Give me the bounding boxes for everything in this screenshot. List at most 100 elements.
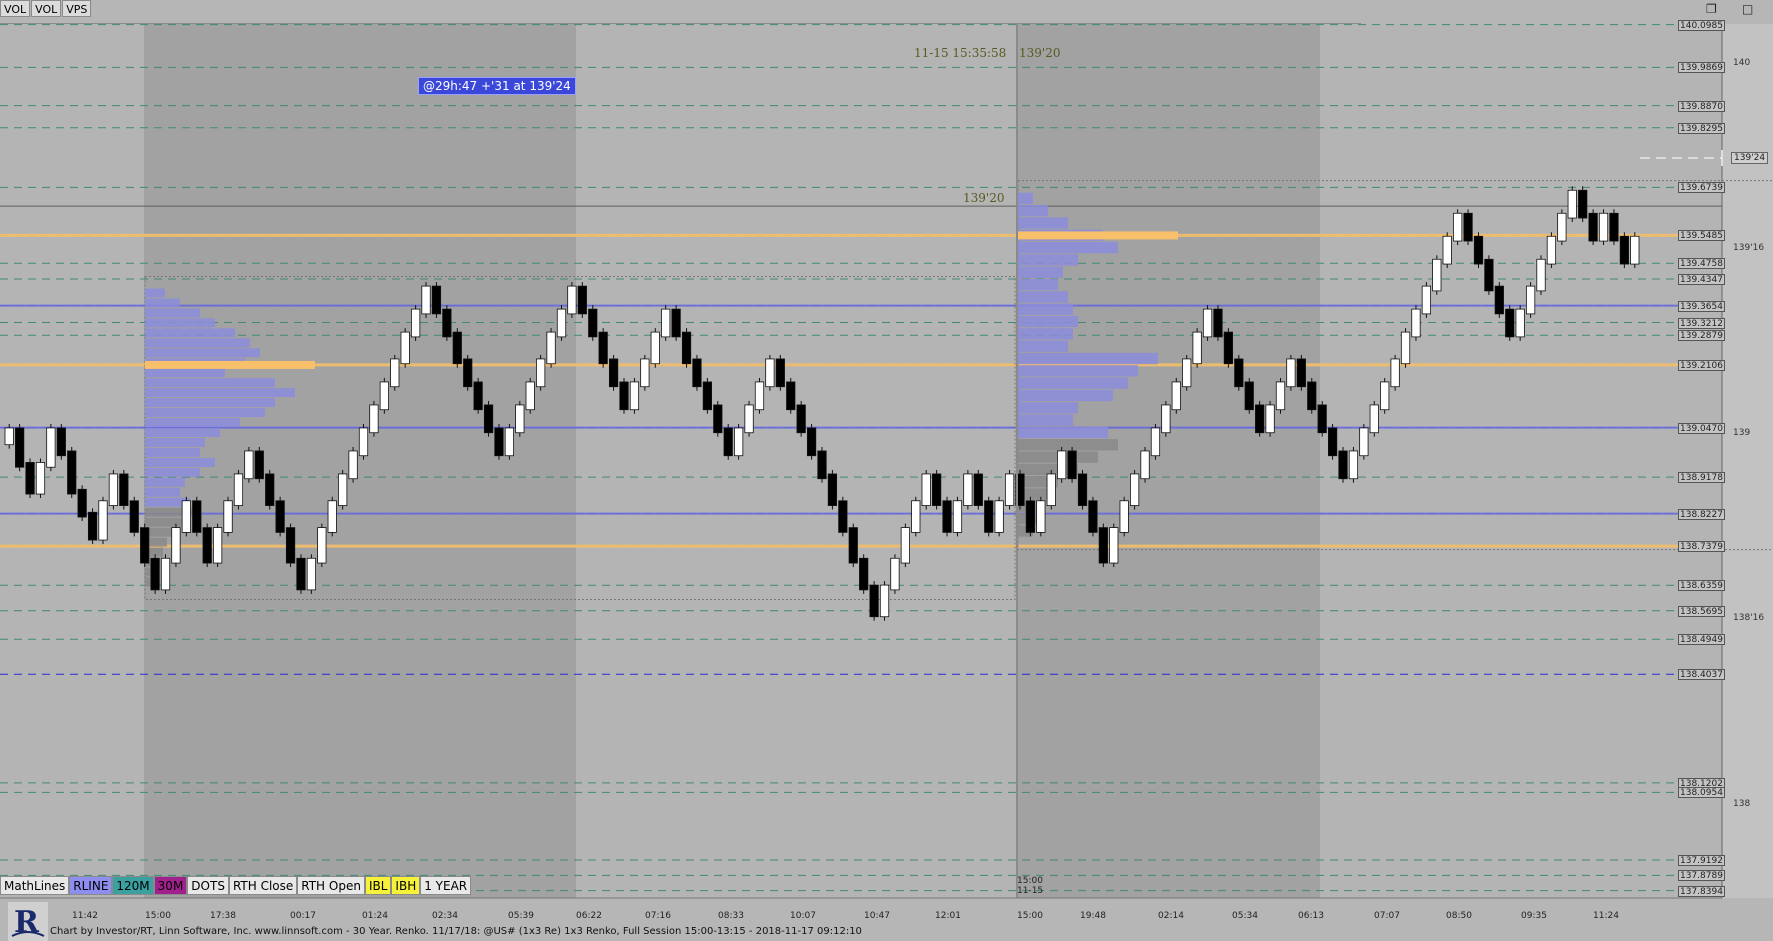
price-level-label: 139.4347 bbox=[1678, 274, 1725, 286]
renko-brick bbox=[754, 381, 765, 411]
renko-brick bbox=[765, 358, 775, 388]
renko-brick bbox=[1546, 235, 1557, 265]
price-level-label: 137.9192 bbox=[1678, 854, 1725, 866]
renko-brick bbox=[1473, 235, 1484, 265]
volume-profile-bar bbox=[145, 457, 215, 467]
bottom-rth-open-button[interactable]: RTH Open bbox=[297, 876, 365, 895]
renko-brick bbox=[473, 381, 483, 411]
renko-brick bbox=[786, 381, 796, 411]
poc-bar bbox=[1018, 231, 1178, 240]
renko-brick bbox=[431, 285, 442, 315]
price-level-label: 138.8227 bbox=[1678, 508, 1725, 520]
session-start-date: 11-15 bbox=[1017, 886, 1044, 896]
volume-profile-bar bbox=[1018, 315, 1078, 328]
renko-brick bbox=[796, 404, 806, 434]
price-marker-label: 139'20 bbox=[963, 191, 1005, 205]
renko-brick bbox=[1317, 404, 1327, 434]
volume-profile-bar bbox=[145, 288, 165, 298]
bottom-mathlines-button[interactable]: MathLines bbox=[0, 876, 70, 895]
volume-profile-bar bbox=[1018, 340, 1068, 352]
session-band-4 bbox=[1320, 24, 1722, 898]
renko-brick bbox=[775, 358, 785, 388]
renko-brick bbox=[1348, 450, 1359, 480]
volume-profile-bar bbox=[145, 388, 295, 398]
renko-brick bbox=[1421, 285, 1431, 315]
renko-brick bbox=[1296, 358, 1306, 388]
renko-brick bbox=[317, 527, 327, 564]
renko-brick bbox=[452, 331, 462, 365]
renko-brick bbox=[1119, 500, 1129, 533]
renko-brick bbox=[306, 557, 317, 591]
renko-brick bbox=[1004, 473, 1015, 506]
renko-brick bbox=[1525, 285, 1536, 315]
bottom-ibh-button[interactable]: IBH bbox=[391, 876, 421, 895]
renko-brick bbox=[994, 500, 1004, 533]
volume-profile-bar bbox=[1018, 303, 1073, 315]
volume-profile-bar bbox=[145, 447, 200, 457]
renko-brick bbox=[713, 404, 723, 434]
renko-brick bbox=[87, 511, 98, 541]
renko-chart[interactable] bbox=[0, 0, 1773, 941]
renko-brick bbox=[35, 462, 46, 495]
session-band-2 bbox=[576, 24, 1017, 898]
volume-profile-bar bbox=[145, 328, 235, 338]
renko-brick bbox=[848, 527, 858, 564]
renko-brick bbox=[254, 450, 264, 480]
renko-brick bbox=[46, 427, 56, 468]
renko-brick bbox=[1515, 308, 1525, 338]
renko-brick bbox=[1109, 527, 1119, 564]
chart-footer: Chart by Investor/RT, Linn Software, Inc… bbox=[50, 926, 862, 937]
x-tick-label: 00:17 bbox=[290, 911, 316, 921]
renko-brick bbox=[879, 584, 890, 618]
bottom-rth-close-button[interactable]: RTH Close bbox=[228, 876, 298, 895]
button-label: 120M bbox=[116, 879, 150, 893]
button-label: 30M bbox=[157, 879, 184, 893]
renko-brick bbox=[358, 427, 369, 457]
renko-brick bbox=[1213, 308, 1223, 338]
renko-brick bbox=[859, 557, 869, 591]
button-label: RLINE bbox=[73, 879, 109, 893]
bottom-dots-button[interactable]: DOTS bbox=[187, 876, 229, 895]
renko-brick bbox=[1598, 212, 1609, 242]
renko-brick bbox=[1150, 427, 1161, 457]
volume-profile-bar bbox=[1018, 414, 1073, 426]
volume-profile-bar bbox=[1018, 439, 1118, 451]
x-tick-label: 19:48 bbox=[1080, 911, 1106, 921]
renko-brick bbox=[1182, 358, 1192, 388]
bottom-1-year-button[interactable]: 1 YEAR bbox=[420, 876, 472, 895]
price-level-label: 139.8870 bbox=[1678, 100, 1725, 112]
price-level-label: 139.2106 bbox=[1678, 359, 1725, 371]
renko-brick bbox=[1619, 235, 1629, 265]
renko-brick bbox=[1390, 358, 1400, 388]
bottom-120m-button[interactable]: 120M bbox=[112, 876, 154, 895]
renko-brick bbox=[1630, 235, 1640, 265]
renko-brick bbox=[1453, 212, 1463, 242]
renko-brick bbox=[1046, 473, 1056, 506]
y-tick-label: 138 bbox=[1733, 799, 1751, 809]
renko-brick bbox=[1244, 381, 1254, 411]
volume-profile-bar bbox=[1018, 278, 1058, 291]
volume-profile-bar bbox=[145, 438, 205, 447]
renko-brick bbox=[1067, 450, 1077, 480]
renko-brick bbox=[233, 473, 244, 506]
renko-brick bbox=[463, 358, 473, 388]
volume-profile-bar bbox=[145, 467, 200, 477]
y-tick-label: 140 bbox=[1733, 58, 1751, 68]
volume-profile-bar bbox=[145, 298, 180, 308]
renko-brick bbox=[744, 404, 754, 434]
bottom-ibl-button[interactable]: IBL bbox=[364, 876, 392, 895]
renko-brick bbox=[900, 527, 910, 564]
renko-brick bbox=[1286, 358, 1296, 388]
volume-profile-bar bbox=[1018, 389, 1113, 402]
renko-brick bbox=[1202, 308, 1213, 338]
y-tick-label: 139 bbox=[1733, 428, 1751, 438]
renko-brick bbox=[1025, 500, 1036, 533]
x-tick-label: 06:22 bbox=[576, 911, 602, 921]
volume-profile-bar bbox=[145, 418, 240, 428]
volume-profile-bar bbox=[145, 348, 260, 358]
volume-profile-bar bbox=[145, 428, 220, 437]
x-tick-label: 07:16 bbox=[645, 911, 671, 921]
bottom-rline-button[interactable]: RLINE bbox=[69, 876, 113, 895]
bottom-30m-button[interactable]: 30M bbox=[153, 876, 188, 895]
volume-profile-bar bbox=[145, 398, 275, 408]
